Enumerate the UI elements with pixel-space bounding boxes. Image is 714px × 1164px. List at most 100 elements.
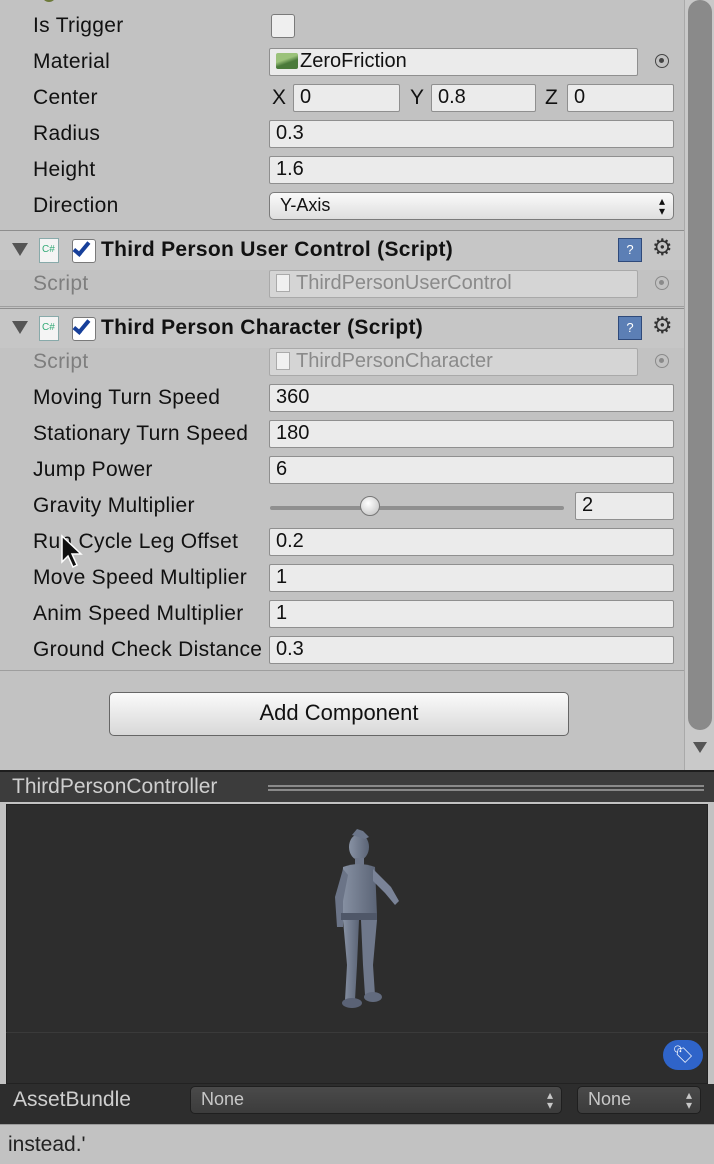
- status-bar[interactable]: instead.': [0, 1124, 714, 1164]
- gear-icon[interactable]: ⚙: [652, 234, 673, 261]
- material-label: Material: [33, 50, 111, 73]
- stationary-turn-speed-row: Stationary Turn Speed 180: [0, 416, 684, 452]
- center-x-field[interactable]: 0: [293, 84, 400, 112]
- direction-row: Direction Y-Axis ▴ ▾: [0, 188, 684, 224]
- radius-label: Radius: [33, 122, 101, 145]
- character-title: Third Person Character (Script): [101, 316, 424, 339]
- height-field[interactable]: 1.6: [269, 156, 674, 184]
- user-control-enabled-checkbox[interactable]: [72, 238, 96, 263]
- run-cycle-leg-offset-row: Run Cycle Leg Offset 0.2: [0, 524, 684, 560]
- help-book-icon[interactable]: ?: [618, 238, 642, 262]
- foldout-arrow-icon[interactable]: [12, 243, 28, 256]
- material-object-picker-icon[interactable]: [655, 54, 669, 68]
- asset-bundle-name-dropdown[interactable]: None ▴ ▾: [190, 1086, 562, 1114]
- user-control-script-row: Script ThirdPersonUserControl: [0, 266, 684, 302]
- jump-power-row: Jump Power 6: [0, 452, 684, 488]
- csharp-script-icon: C#: [39, 238, 59, 263]
- character-enabled-checkbox[interactable]: [72, 316, 96, 341]
- asset-bundle-name-value: None: [201, 1089, 245, 1109]
- preview-header[interactable]: ThirdPersonController: [0, 770, 714, 802]
- center-row: Center X 0 Y 0.8 Z 0: [0, 80, 684, 116]
- preview-ground-line: [6, 1032, 708, 1033]
- center-label: Center: [33, 86, 98, 109]
- height-label: Height: [33, 158, 96, 181]
- foldout-arrow-icon[interactable]: [12, 321, 28, 334]
- inspector-panel: Is Trigger Material ZeroFriction Center …: [0, 0, 714, 770]
- capsule-collider-header-partial: [0, 0, 684, 2]
- status-message: instead.': [8, 1133, 86, 1156]
- gear-icon[interactable]: ⚙: [652, 312, 673, 339]
- character-model-image: [335, 829, 399, 1008]
- material-value: ZeroFriction: [300, 50, 407, 72]
- character-script-field: ThirdPersonCharacter: [269, 348, 638, 376]
- dropdown-arrows-icon: ▴ ▾: [658, 194, 665, 218]
- direction-dropdown[interactable]: Y-Axis ▴ ▾: [269, 192, 674, 220]
- character-script-row: Script ThirdPersonCharacter: [0, 344, 684, 380]
- center-y-field[interactable]: 0.8: [431, 84, 536, 112]
- check-mark-icon: [72, 316, 91, 335]
- radius-field[interactable]: 0.3: [269, 120, 674, 148]
- anim-speed-multiplier-field[interactable]: 1: [269, 600, 674, 628]
- jump-power-field[interactable]: 6: [269, 456, 674, 484]
- dropdown-arrows-icon: ▴ ▾: [546, 1088, 553, 1112]
- direction-label: Direction: [33, 194, 119, 217]
- anim-speed-multiplier-row: Anim Speed Multiplier 1: [0, 596, 684, 632]
- csharp-script-icon: C#: [39, 316, 59, 341]
- run-cycle-leg-offset-field[interactable]: 0.2: [269, 528, 674, 556]
- gravity-slider-track[interactable]: [270, 506, 564, 510]
- ground-check-distance-row: Ground Check Distance 0.3: [0, 632, 684, 668]
- preview-resize-grip[interactable]: [268, 785, 704, 791]
- script-object-picker-icon: [655, 276, 669, 290]
- moving-turn-speed-label: Moving Turn Speed: [33, 386, 221, 409]
- height-row: Height 1.6: [0, 152, 684, 188]
- asset-bundle-variant-dropdown[interactable]: None ▴ ▾: [577, 1086, 701, 1114]
- move-speed-multiplier-row: Move Speed Multiplier 1: [0, 560, 684, 596]
- ground-check-distance-label: Ground Check Distance: [33, 638, 263, 661]
- asset-bundle-variant-value: None: [588, 1089, 632, 1109]
- user-control-header[interactable]: C# Third Person User Control (Script) ? …: [0, 230, 684, 270]
- character-script-label: Script: [33, 350, 89, 373]
- collider-icon: [42, 0, 56, 2]
- component-separator: [0, 670, 684, 671]
- center-y-label: Y: [410, 86, 425, 109]
- script-file-icon: [276, 352, 290, 370]
- anim-speed-multiplier-label: Anim Speed Multiplier: [33, 602, 244, 625]
- add-component-button[interactable]: Add Component: [109, 692, 569, 736]
- center-z-label: Z: [545, 86, 558, 109]
- gravity-multiplier-field[interactable]: 2: [575, 492, 674, 520]
- dropdown-arrows-icon: ▴ ▾: [685, 1088, 692, 1112]
- help-book-icon[interactable]: ?: [618, 316, 642, 340]
- inspector-scrollbar[interactable]: [684, 0, 714, 770]
- radius-row: Radius 0.3: [0, 116, 684, 152]
- material-row: Material ZeroFriction: [0, 44, 684, 80]
- mouse-cursor-icon: [61, 534, 83, 569]
- model-preview[interactable]: [6, 804, 708, 1084]
- label-tag-icon[interactable]: 🏷: [663, 1040, 703, 1070]
- is-trigger-checkbox[interactable]: [271, 14, 295, 38]
- script-object-picker-icon: [655, 354, 669, 368]
- jump-power-label: Jump Power: [33, 458, 153, 481]
- is-trigger-row: Is Trigger: [0, 8, 684, 44]
- material-field[interactable]: ZeroFriction: [269, 48, 638, 76]
- physic-material-icon: [276, 53, 298, 69]
- stationary-turn-speed-label: Stationary Turn Speed: [33, 422, 249, 445]
- center-x-label: X: [272, 86, 287, 109]
- character-header[interactable]: C# Third Person Character (Script) ? ⚙: [0, 308, 684, 348]
- script-file-icon: [276, 274, 290, 292]
- component-separator: [0, 306, 684, 307]
- moving-turn-speed-field[interactable]: 360: [269, 384, 674, 412]
- user-control-script-field: ThirdPersonUserControl: [269, 270, 638, 298]
- asset-bundle-bar: AssetBundle None ▴ ▾ None ▴ ▾: [0, 1084, 714, 1124]
- ground-check-distance-field[interactable]: 0.3: [269, 636, 674, 664]
- user-control-script-value: ThirdPersonUserControl: [296, 272, 512, 294]
- character-script-value: ThirdPersonCharacter: [296, 350, 493, 372]
- center-z-field[interactable]: 0: [567, 84, 674, 112]
- scrollbar-thumb[interactable]: [688, 0, 712, 730]
- stationary-turn-speed-field[interactable]: 180: [269, 420, 674, 448]
- preview-title: ThirdPersonController: [12, 775, 218, 798]
- scroll-down-arrow-icon[interactable]: [693, 742, 707, 753]
- direction-value: Y-Axis: [280, 195, 331, 215]
- move-speed-multiplier-field[interactable]: 1: [269, 564, 674, 592]
- gravity-slider-thumb[interactable]: [359, 496, 380, 516]
- is-trigger-label: Is Trigger: [33, 14, 124, 37]
